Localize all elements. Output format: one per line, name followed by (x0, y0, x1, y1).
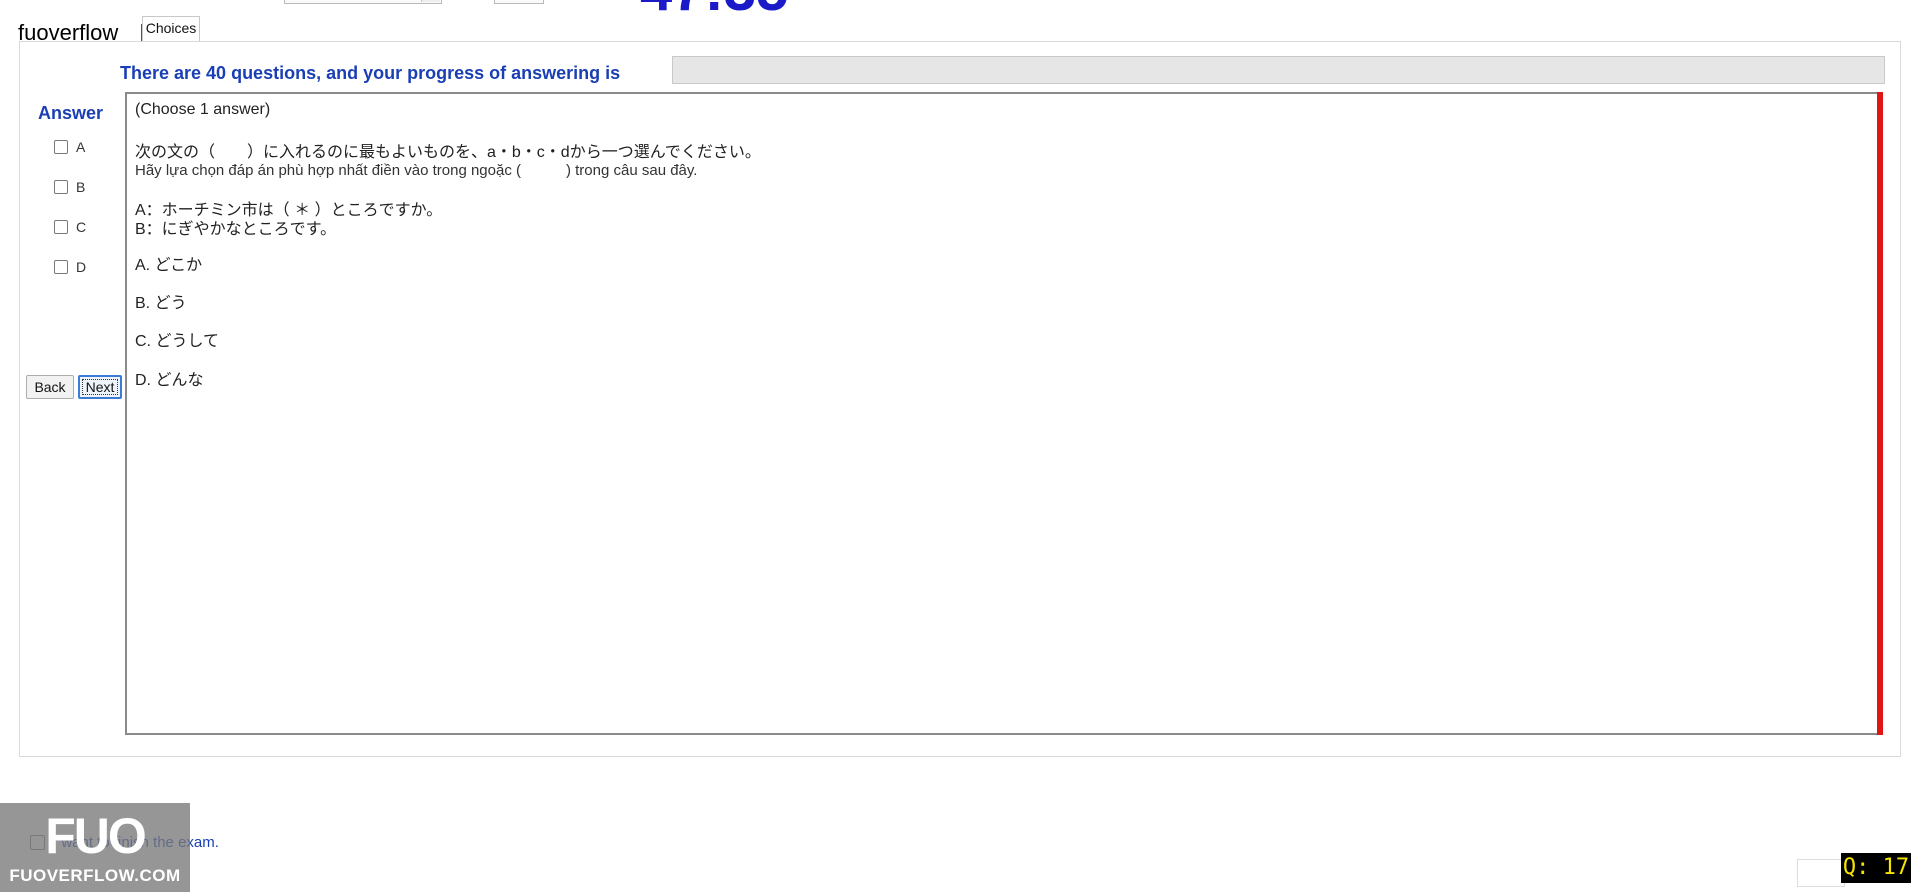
question-choice-a: A. どこか (135, 257, 203, 274)
question-instruction: (Choose 1 answer) (135, 101, 271, 118)
combo-dropdown-button[interactable] (421, 0, 440, 2)
question-scrollbar[interactable] (1877, 92, 1883, 735)
question-prompt-vi: Hãy lựa chọn đáp án phù hợp nhất điền và… (135, 162, 698, 179)
answer-option-label: C (76, 219, 87, 235)
question-panel (125, 92, 1882, 735)
watermark-site: FUOVERFLOW.COM (9, 866, 181, 885)
answer-checkbox-a[interactable] (54, 140, 68, 154)
question-number-badge: Q: 17 (1841, 853, 1911, 883)
answer-label: Answer (38, 103, 104, 123)
question-choice-c: C. どうして (135, 333, 219, 350)
question-dialog-b: B：にぎやかなところです。 (135, 221, 337, 238)
answer-option-label: B (76, 179, 86, 195)
tab-choices[interactable]: Choices (142, 16, 200, 41)
watermark-logo: FUO (45, 808, 147, 864)
answer-option-label: A (76, 139, 86, 155)
answer-option-d[interactable]: D (54, 259, 86, 275)
answer-checkbox-c[interactable] (54, 220, 68, 234)
question-choice-d: D. どんな (135, 372, 204, 389)
watermark: FUO FUOVERFLOW.COM (0, 803, 190, 892)
answer-option-c[interactable]: C (54, 219, 86, 235)
answer-checkbox-d[interactable] (54, 260, 68, 274)
answer-option-label: D (76, 259, 87, 275)
top-combo-box[interactable] (284, 0, 442, 4)
question-choice-b: B. どう (135, 295, 187, 312)
progress-label: There are 40 questions, and your progres… (120, 63, 621, 83)
countdown-timer: 47:35 (640, 0, 788, 20)
progress-bar (672, 56, 1885, 84)
status-field (1797, 859, 1845, 887)
answer-option-a[interactable]: A (54, 139, 85, 155)
next-button[interactable]: Next (78, 375, 122, 399)
answer-checkbox-b[interactable] (54, 180, 68, 194)
back-button[interactable]: Back (26, 375, 74, 399)
top-small-control[interactable] (494, 0, 544, 4)
answer-option-b[interactable]: B (54, 179, 85, 195)
